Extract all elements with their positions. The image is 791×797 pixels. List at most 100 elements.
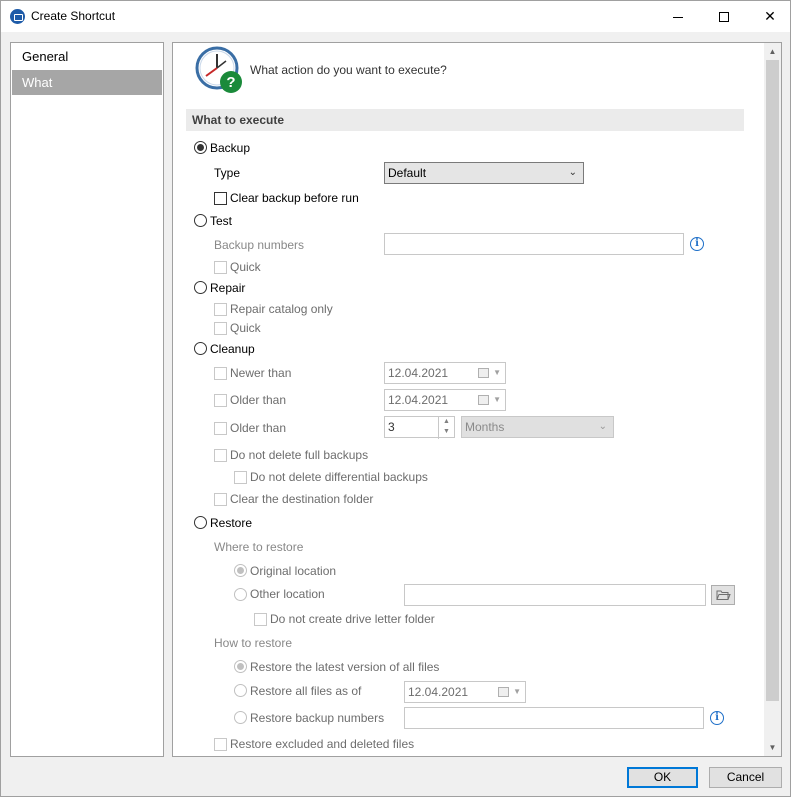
minimize-icon <box>673 16 683 18</box>
restore-as-of-radio[interactable] <box>234 684 247 697</box>
other-location-label: Other location <box>250 587 325 601</box>
test-quick-label: Quick <box>230 260 261 274</box>
no-drive-letter-checkbox[interactable] <box>254 613 267 626</box>
older-than-checkbox[interactable] <box>214 394 227 407</box>
scroll-down-icon[interactable]: ▼ <box>764 739 781 756</box>
window-title: Create Shortcut <box>31 9 116 23</box>
restore-latest-radio[interactable] <box>234 660 247 673</box>
older-than-period-checkbox[interactable] <box>214 422 227 435</box>
older-than-unit-value: Months <box>465 420 505 434</box>
backup-radio[interactable] <box>194 141 207 154</box>
original-location-label: Original location <box>250 564 337 578</box>
close-button[interactable]: ✕ <box>747 1 791 32</box>
clear-backup-label: Clear backup before run <box>230 191 359 205</box>
restore-backup-numbers-input[interactable] <box>404 707 704 729</box>
content-panel: ? What action do you want to execute? Wh… <box>172 42 782 757</box>
backup-type-value: Default <box>388 166 427 180</box>
older-than-count-spinner[interactable]: 3 ▲ ▼ <box>384 416 455 439</box>
test-backup-numbers-label: Backup numbers <box>214 238 305 252</box>
header-question: What action do you want to execute? <box>250 63 447 77</box>
restore-radio[interactable] <box>194 516 207 529</box>
no-delete-diff-checkbox[interactable] <box>234 471 247 484</box>
clock-help-icon: ? <box>195 46 242 93</box>
newer-than-date[interactable]: 12.04.2021 ▼ <box>384 362 506 384</box>
spin-up-icon[interactable]: ▲ <box>439 417 454 427</box>
restore-backup-numbers-label: Restore backup numbers <box>250 711 385 725</box>
how-to-restore-label: How to restore <box>214 636 293 650</box>
backup-label: Backup <box>210 141 251 155</box>
maximize-icon <box>719 12 729 23</box>
repair-quick-checkbox[interactable] <box>214 322 227 335</box>
restore-as-of-label: Restore all files as of <box>250 684 362 698</box>
restore-backup-numbers-radio[interactable] <box>234 711 247 724</box>
newer-than-date-value: 12.04.2021 <box>388 366 449 380</box>
svg-text:?: ? <box>226 74 235 91</box>
other-location-input[interactable] <box>404 584 706 606</box>
test-quick-checkbox[interactable] <box>214 261 227 274</box>
no-delete-diff-label: Do not delete differential backups <box>250 470 428 484</box>
restore-label: Restore <box>210 516 253 530</box>
older-than-label: Older than <box>230 393 287 407</box>
clear-backup-checkbox[interactable] <box>214 192 227 205</box>
folder-icon <box>716 590 731 600</box>
repair-catalog-only-label: Repair catalog only <box>230 302 333 316</box>
nav-item-what[interactable]: What <box>12 70 162 95</box>
ok-button[interactable]: OK <box>627 767 698 788</box>
restore-latest-label: Restore the latest version of all files <box>250 660 440 674</box>
restore-excluded-label: Restore excluded and deleted files <box>230 737 415 751</box>
scrollbar-thumb[interactable] <box>766 60 779 701</box>
backup-type-select[interactable]: Default ⌄ <box>384 162 584 184</box>
older-than-date[interactable]: 12.04.2021 ▼ <box>384 389 506 411</box>
restore-as-of-date[interactable]: 12.04.2021 ▼ <box>404 681 526 703</box>
section-title: What to execute <box>186 109 744 131</box>
nav-panel: General What <box>10 42 164 757</box>
test-label: Test <box>210 214 233 228</box>
browse-folder-button[interactable] <box>711 585 735 605</box>
calendar-icon <box>498 687 509 697</box>
restore-excluded-checkbox[interactable] <box>214 738 227 751</box>
newer-than-checkbox[interactable] <box>214 367 227 380</box>
spin-down-icon[interactable]: ▼ <box>439 427 454 437</box>
no-delete-full-checkbox[interactable] <box>214 449 227 462</box>
repair-catalog-only-checkbox[interactable] <box>214 303 227 316</box>
repair-quick-label: Quick <box>230 321 261 335</box>
spinner-arrows[interactable]: ▲ ▼ <box>438 417 454 439</box>
calendar-icon <box>478 395 489 405</box>
restore-as-of-date-value: 12.04.2021 <box>408 685 469 699</box>
clear-destination-label: Clear the destination folder <box>230 492 374 506</box>
repair-label: Repair <box>210 281 246 295</box>
create-shortcut-dialog: Create Shortcut ✕ General What ? What ac… <box>0 0 791 797</box>
scroll-up-icon[interactable]: ▲ <box>764 43 781 60</box>
original-location-radio[interactable] <box>234 564 247 577</box>
minimize-button[interactable] <box>655 1 701 32</box>
calendar-icon <box>478 368 489 378</box>
no-delete-full-label: Do not delete full backups <box>230 448 369 462</box>
title-bar: Create Shortcut ✕ <box>1 1 790 32</box>
cleanup-label: Cleanup <box>210 342 255 356</box>
chevron-down-icon: ▼ <box>513 687 521 696</box>
chevron-down-icon: ▼ <box>493 368 501 377</box>
test-radio[interactable] <box>194 214 207 227</box>
close-icon: ✕ <box>764 8 776 24</box>
test-backup-numbers-input[interactable] <box>384 233 684 255</box>
maximize-button[interactable] <box>701 1 747 32</box>
other-location-radio[interactable] <box>234 588 247 601</box>
app-icon <box>10 9 25 24</box>
older-than-date-value: 12.04.2021 <box>388 393 449 407</box>
older-than-unit-select[interactable]: Months ⌄ <box>461 416 614 438</box>
vertical-scrollbar[interactable]: ▲ ▼ <box>764 43 781 756</box>
backup-type-label: Type <box>214 166 241 180</box>
clear-destination-checkbox[interactable] <box>214 493 227 506</box>
older-than-count-value: 3 <box>388 420 395 434</box>
no-drive-letter-label: Do not create drive letter folder <box>270 612 435 626</box>
nav-item-general[interactable]: General <box>12 44 162 69</box>
cancel-button[interactable]: Cancel <box>709 767 782 788</box>
cleanup-radio[interactable] <box>194 342 207 355</box>
info-icon[interactable]: i <box>690 237 704 251</box>
where-to-restore-label: Where to restore <box>214 540 304 554</box>
older-than-period-label: Older than <box>230 421 287 435</box>
newer-than-label: Newer than <box>230 366 292 380</box>
info-icon[interactable]: i <box>710 711 724 725</box>
chevron-down-icon: ⌄ <box>568 167 577 178</box>
repair-radio[interactable] <box>194 281 207 294</box>
